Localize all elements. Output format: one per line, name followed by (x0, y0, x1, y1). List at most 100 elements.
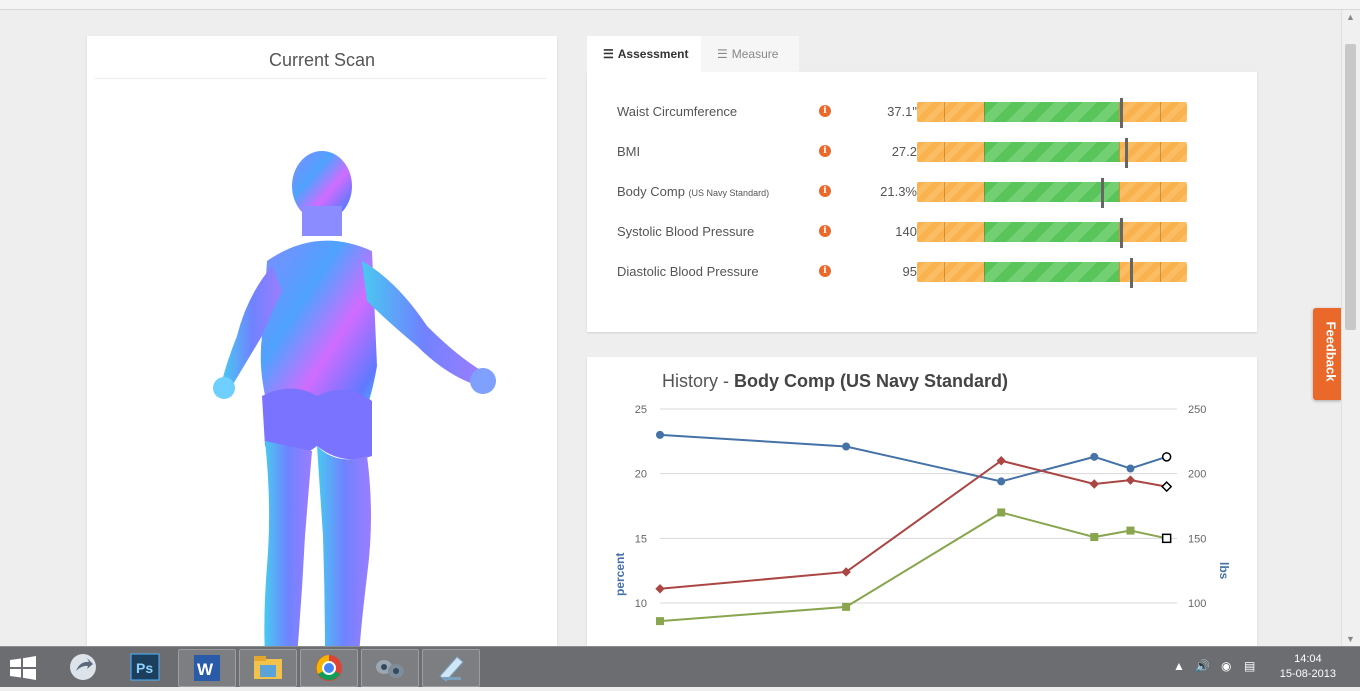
range-tick (944, 102, 945, 122)
feedback-button[interactable]: Feedback (1313, 308, 1341, 400)
range-tick (984, 182, 985, 202)
range-tick (984, 262, 985, 282)
notes-app-icon[interactable] (422, 649, 480, 687)
y-tick-label: 20 (635, 469, 647, 481)
scroll-down-icon[interactable]: ▼ (1346, 634, 1355, 644)
metric-label: Waist Circumference (617, 104, 737, 119)
word-icon[interactable]: W (178, 649, 236, 687)
photoshop-icon[interactable]: Ps (117, 649, 173, 685)
range-tick (1119, 142, 1120, 162)
healthy-range (984, 262, 1119, 282)
y-tick-label: 10 (635, 598, 647, 610)
range-bar (917, 262, 1187, 282)
value-marker (1124, 138, 1128, 168)
data-point (1161, 452, 1172, 462)
tab-label: Measure (731, 47, 779, 61)
tab-label: Assessment (617, 47, 689, 61)
svg-text:W: W (197, 660, 214, 679)
value-marker (1119, 218, 1123, 248)
taskbar-clock[interactable]: 14:04 15-08-2013 (1280, 652, 1336, 682)
assessment-row: Systolic Blood Pressure i 140 (617, 218, 1237, 248)
assessment-row: Body Comp (US Navy Standard) i 21.3% (617, 178, 1237, 208)
data-point (997, 477, 1006, 486)
metric-name: Diastolic Blood Pressure (617, 264, 759, 279)
data-point (842, 602, 851, 611)
data-point (655, 584, 665, 594)
range-tick (944, 222, 945, 242)
metric-value: 140 (895, 224, 917, 239)
assessment-row: BMI i 27.2 (617, 138, 1237, 168)
scroll-up-icon[interactable]: ▲ (1346, 12, 1355, 22)
data-point (1089, 479, 1099, 489)
range-bar (917, 102, 1187, 122)
metric-value: 95 (902, 264, 917, 279)
history-title-prefix: History - (662, 371, 734, 391)
metric-name: Systolic Blood Pressure (617, 224, 755, 239)
range-bar (917, 142, 1187, 162)
current-scan-panel: Current Scan (87, 36, 557, 656)
healthy-range (984, 102, 1119, 122)
info-icon[interactable]: i (819, 185, 831, 197)
metric-value: 37.1" (887, 104, 917, 119)
range-tick (984, 222, 985, 242)
network-icon[interactable]: ▤ (1244, 659, 1255, 673)
tray-expand-icon[interactable]: ▲ (1173, 659, 1185, 673)
data-point (842, 442, 851, 451)
svg-text:Ps: Ps (136, 660, 153, 676)
range-bar (917, 222, 1187, 242)
tab-measure[interactable]: ☰ Measure (701, 36, 799, 72)
metric-note: (US Navy Standard) (688, 188, 770, 198)
chrome-icon[interactable] (300, 649, 358, 687)
taskbar-app-arrow[interactable] (56, 649, 112, 685)
range-tick (944, 142, 945, 162)
series-line (659, 459, 1167, 590)
data-point (1090, 452, 1099, 461)
windows-taskbar: Ps W ▲ 🔊 ◉ ▤ 14:04 15-08-2013 (0, 646, 1360, 687)
data-point (656, 430, 664, 439)
metric-label: Body Comp (US Navy Standard) (617, 184, 769, 199)
feedback-label: Feedback (1323, 321, 1339, 382)
scrollbar-thumb[interactable] (1345, 44, 1356, 330)
info-icon[interactable]: i (819, 265, 831, 277)
clock-date: 15-08-2013 (1279, 668, 1336, 680)
paint-app-icon[interactable] (361, 649, 419, 687)
healthy-range (984, 222, 1119, 242)
metric-value: 21.3% (880, 184, 917, 199)
info-icon[interactable]: i (819, 225, 831, 237)
clock-time: 14:04 (1294, 653, 1322, 665)
y2-axis-label: lbs (1217, 562, 1231, 580)
range-tick (984, 102, 985, 122)
info-icon[interactable]: i (819, 105, 831, 117)
file-explorer-icon[interactable] (239, 649, 297, 687)
metric-label: Diastolic Blood Pressure (617, 264, 759, 279)
metric-name: Body Comp (617, 184, 685, 199)
data-point (1161, 481, 1173, 493)
y2-tick-label: 150 (1188, 533, 1206, 545)
page-scrollbar[interactable]: ▲ ▼ (1341, 10, 1360, 646)
volume-icon[interactable]: 🔊 (1195, 659, 1210, 673)
history-metric: Body Comp (US Navy Standard) (734, 371, 1009, 391)
info-icon[interactable]: i (819, 145, 831, 157)
value-marker (1130, 258, 1134, 288)
data-point (1161, 533, 1172, 544)
list-icon: ☰ (603, 47, 614, 61)
tab-assessment[interactable]: ☰ Assessment (587, 36, 701, 72)
windows-start-icon[interactable] (10, 656, 36, 680)
range-tick (944, 182, 945, 202)
y-tick-label: 15 (635, 533, 647, 545)
history-title: History - Body Comp (US Navy Standard) (662, 371, 1008, 392)
data-point (1125, 475, 1136, 485)
history-chart: 25 20 15 10 250 200 150 100 percent lbs (613, 404, 1231, 626)
y2-tick-label: 250 (1188, 404, 1206, 416)
range-tick (1160, 182, 1161, 202)
data-point (1126, 526, 1135, 535)
assessment-panel: Waist Circumference i 37.1" BMI i 27.2 Body Co… (587, 72, 1257, 332)
metric-value: 27.2 (891, 144, 917, 159)
series-line (659, 511, 1167, 623)
browser-top-edge (0, 0, 1360, 10)
body-scan-figure[interactable] (87, 36, 557, 656)
range-tick (1160, 142, 1161, 162)
list-icon: ☰ (717, 47, 728, 61)
eye-icon[interactable]: ◉ (1221, 659, 1231, 673)
range-tick (944, 262, 945, 282)
